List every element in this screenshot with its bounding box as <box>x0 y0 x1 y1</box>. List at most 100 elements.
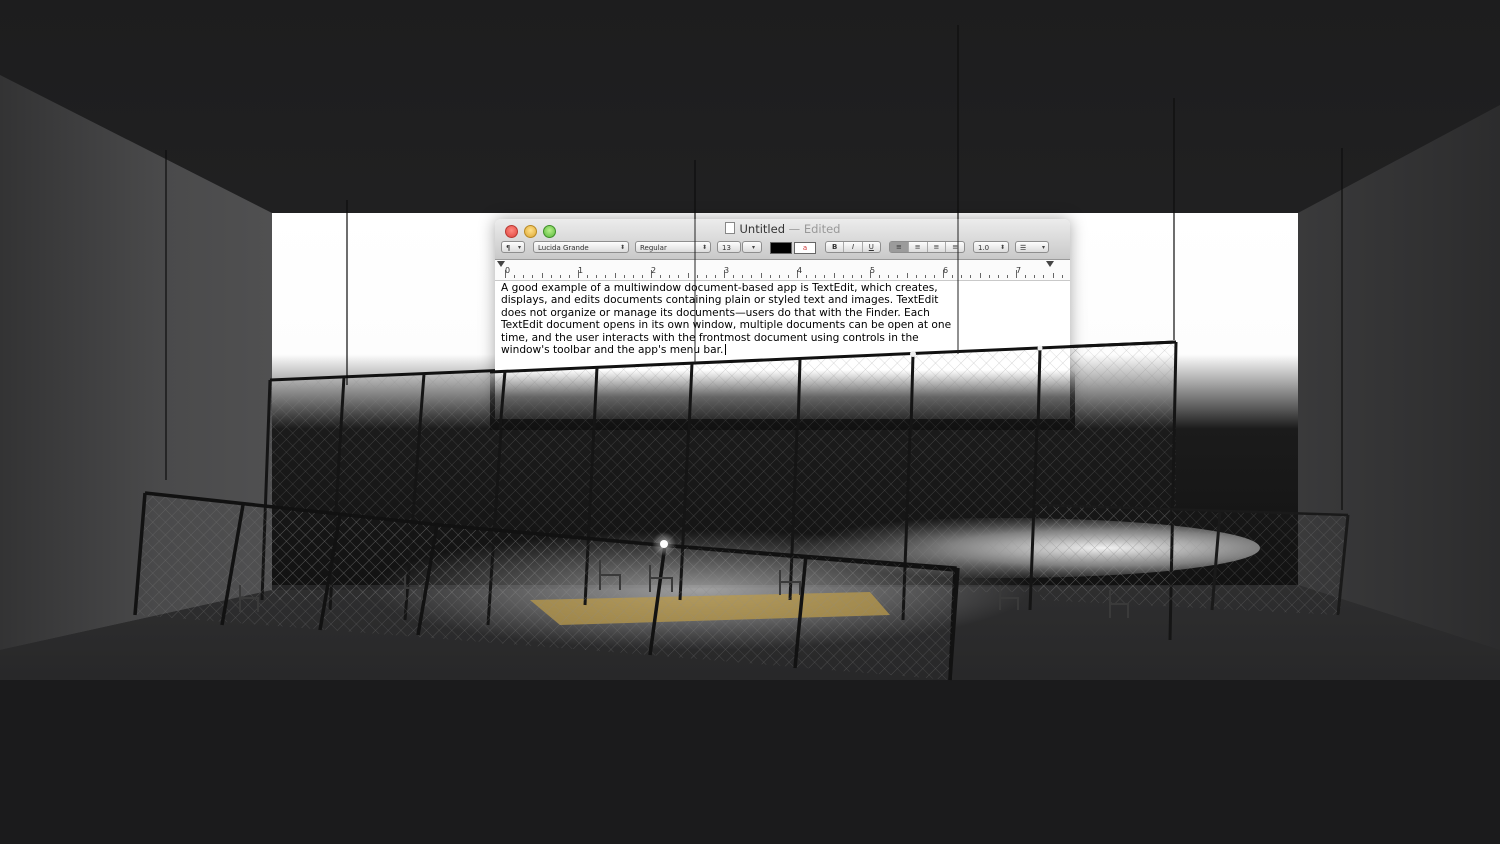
alignment-segmented-control: ≡ ≡ ≡ ≡ <box>889 241 965 253</box>
ruler-tick <box>806 275 808 278</box>
ruler-number: 0 <box>505 266 511 275</box>
ruler-tick <box>897 275 899 278</box>
ruler-tick <box>559 275 561 278</box>
ruler-number: 3 <box>724 266 730 275</box>
ruler-tick <box>687 273 689 278</box>
ruler-tick <box>860 275 862 278</box>
text-color-swatch[interactable] <box>770 242 792 254</box>
align-right-icon[interactable]: ≡ <box>928 242 947 252</box>
text-line-last: window's toolbar and the app's menu bar. <box>501 344 1061 356</box>
underline-button[interactable]: U <box>863 242 880 252</box>
ruler-tick <box>641 275 643 278</box>
ruler-tick <box>888 275 890 278</box>
font-size-field[interactable]: 13 <box>717 241 741 253</box>
ruler-tick <box>988 275 990 278</box>
ruler-tick <box>532 275 534 278</box>
left-indent-marker[interactable] <box>497 261 505 267</box>
ruler-number: 5 <box>870 266 876 275</box>
ruler-tick <box>614 273 616 278</box>
ruler-tick <box>678 275 680 278</box>
ruler-tick <box>778 275 780 278</box>
chevron-down-icon: ▾ <box>1041 244 1045 251</box>
ruler-tick <box>933 275 935 278</box>
font-style-popup[interactable]: Regular ⬍ <box>635 241 711 253</box>
italic-button[interactable]: I <box>844 242 863 252</box>
ruler-tick <box>660 275 662 278</box>
chevron-updown-icon: ⬍ <box>701 244 707 251</box>
ruler-tick <box>541 273 543 278</box>
chevron-updown-icon: ⬍ <box>619 244 625 251</box>
align-justify-icon[interactable]: ≡ <box>946 242 964 252</box>
ruler-tick <box>760 273 762 278</box>
chevron-down-icon: ▾ <box>517 244 521 251</box>
document-text-area[interactable]: A good example of a multiwindow document… <box>501 282 1061 356</box>
ruler-tick <box>705 275 707 278</box>
ruler-tick <box>1061 275 1063 278</box>
font-size-value: 13 <box>722 244 731 252</box>
ruler-tick <box>696 275 698 278</box>
ruler-tick <box>514 275 516 278</box>
chevron-down-icon: ▾ <box>751 244 755 251</box>
font-family-popup[interactable]: Lucida Grande ⬍ <box>533 241 629 253</box>
paragraph-style-button[interactable]: ¶ ▾ <box>501 241 525 253</box>
document-icon <box>724 222 735 234</box>
ruler-tick <box>550 275 552 278</box>
ruler-number: 2 <box>651 266 657 275</box>
ruler-tick <box>787 275 789 278</box>
font-family-label: Lucida Grande <box>538 244 589 252</box>
paragraph-icon: ¶ <box>506 244 511 252</box>
ruler[interactable]: 0 1 2 3 4 5 6 7 <box>495 260 1070 281</box>
ruler-tick <box>587 275 589 278</box>
text-line-content: window's toolbar and the app's menu bar. <box>501 344 724 357</box>
window-title-text: Untitled <box>739 222 786 236</box>
ruler-tick <box>568 275 570 278</box>
align-left-icon[interactable]: ≡ <box>890 242 909 252</box>
ruler-tick <box>1043 275 1045 278</box>
list-style-popup[interactable]: ☰ ▾ <box>1015 241 1049 253</box>
ruler-tick <box>1052 273 1054 278</box>
ruler-tick <box>979 273 981 278</box>
text-cursor <box>725 344 727 356</box>
text-line: A good example of a multiwindow document… <box>501 282 938 294</box>
ruler-tick <box>879 275 881 278</box>
ruler-number: 1 <box>578 266 584 275</box>
ruler-tick <box>906 273 908 278</box>
ruler-tick <box>851 275 853 278</box>
chevron-updown-icon: ⬍ <box>999 244 1005 251</box>
line-spacing-popup[interactable]: 1.0 ⬍ <box>973 241 1009 253</box>
ruler-tick <box>742 275 744 278</box>
ruler-number: 7 <box>1016 266 1022 275</box>
ruler-tick <box>970 275 972 278</box>
edited-indicator: — Edited <box>788 222 841 236</box>
text-line: TextEdit document opens in its own windo… <box>501 319 952 332</box>
text-line: displays, and edits documents containing… <box>501 294 939 307</box>
ruler-tick <box>714 275 716 278</box>
ruler-number: 4 <box>797 266 803 275</box>
ruler-tick <box>961 275 963 278</box>
font-size-popup[interactable]: ▾ <box>742 241 762 253</box>
title-bar: Untitled — Edited ¶ ▾ Lucida Grande ⬍ Regu… <box>495 219 1070 260</box>
ruler-tick <box>632 275 634 278</box>
stage-scene <box>0 0 1500 844</box>
ruler-tick <box>623 275 625 278</box>
ruler-tick <box>824 275 826 278</box>
bold-button[interactable]: B <box>826 242 845 252</box>
text-line: time, and the user interacts with the fr… <box>501 331 919 344</box>
right-indent-marker[interactable] <box>1046 261 1054 267</box>
ruler-tick <box>924 275 926 278</box>
list-icon: ☰ <box>1020 244 1027 252</box>
ruler-number: 6 <box>943 266 949 275</box>
line-spacing-value: 1.0 <box>978 244 990 252</box>
ruler-tick <box>669 275 671 278</box>
ruler-tick <box>952 275 954 278</box>
window-title: Untitled — Edited <box>495 222 1070 236</box>
ruler-tick <box>1034 275 1036 278</box>
ruler-tick <box>842 275 844 278</box>
text-style-segmented-control: B I U <box>825 241 881 253</box>
highlight-color-swatch[interactable]: a <box>794 242 816 254</box>
align-center-icon[interactable]: ≡ <box>909 242 928 252</box>
ruler-tick <box>733 275 735 278</box>
ruler-tick <box>596 275 598 278</box>
ruler-tick <box>751 275 753 278</box>
ruler-tick <box>1025 275 1027 278</box>
